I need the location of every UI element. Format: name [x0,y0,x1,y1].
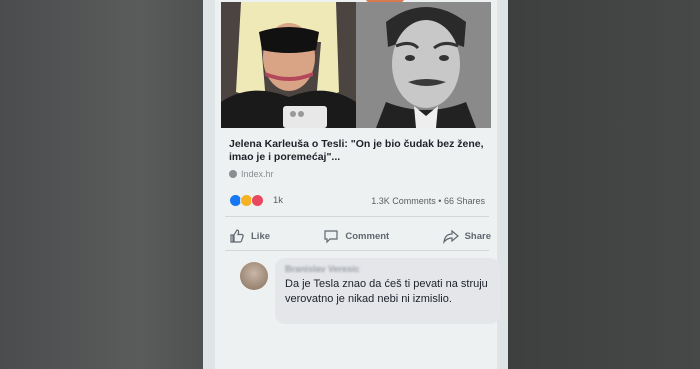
photo-nikola-tesla [356,2,491,128]
love-reaction-icon [251,194,264,207]
globe-icon [229,170,237,178]
link-preview-image[interactable] [221,2,491,128]
comment: Branislav Veresic Da je Tesla znao da će… [225,256,500,326]
comments-shares-count[interactable]: 1.3K Comments • 66 Shares [371,196,485,206]
comment-label: Comment [345,230,390,242]
reaction-count: 1k [273,195,284,206]
reactions-summary[interactable]: 1k [229,194,283,207]
phone-screen: Jelena Karleuša o Tesli: "On je bio čuda… [203,0,508,369]
like-button[interactable]: Like [229,228,270,244]
facebook-post-card: Jelena Karleuša o Tesli: "On je bio čuda… [215,0,500,369]
link-title[interactable]: Jelena Karleuša o Tesli: "On je bio čuda… [229,138,489,164]
share-arrow-icon [442,229,459,244]
comment-button[interactable]: Comment [323,228,389,244]
share-label: Share [464,230,491,242]
divider [225,250,489,251]
post-actions: Like Comment Share [229,228,491,244]
like-label: Like [251,230,271,242]
source-domain: Index.hr [241,169,274,179]
photo-woman-blonde [221,2,356,128]
divider [225,216,489,217]
share-button[interactable]: Share [442,228,491,244]
commenter-name[interactable]: Branislav Veresic [285,264,360,274]
commenter-avatar[interactable] [240,262,268,290]
thumbs-up-icon [230,229,244,243]
link-source[interactable]: Index.hr [229,169,274,179]
comment-text: Da je Tesla znao da ćeš ti pevati na str… [285,278,488,305]
comment-bubble: Branislav Veresic Da je Tesla znao da će… [275,258,500,324]
comment-bubble-icon [324,230,338,244]
